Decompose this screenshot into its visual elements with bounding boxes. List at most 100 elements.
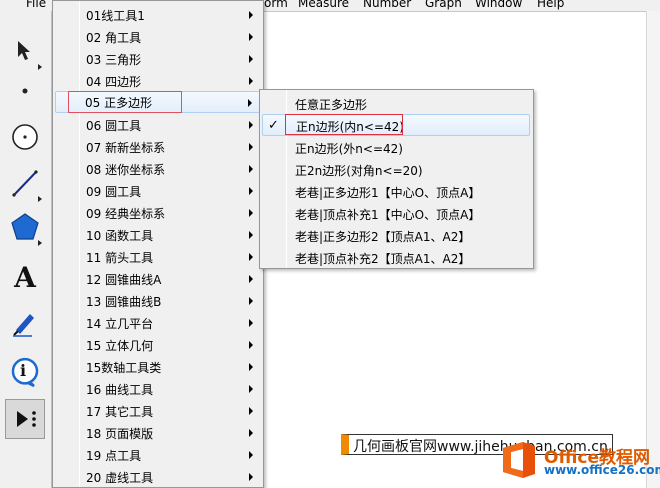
marker-tool[interactable]: [5, 303, 45, 343]
menu-help[interactable]: Help: [537, 0, 564, 10]
info-glyph: i: [20, 361, 27, 380]
menu-item-13[interactable]: 13 圆锥曲线B: [55, 290, 261, 312]
menu-item-label: 08 迷你坐标系: [86, 162, 166, 177]
menu-item-08[interactable]: 08 迷你坐标系: [55, 158, 261, 180]
polygon-icon: [11, 213, 39, 240]
menu-item-label: 09 圆工具: [86, 184, 142, 199]
submenu-item-circumscribed-polygon[interactable]: 正n边形(外n<=42): [262, 136, 530, 158]
menu-measure[interactable]: Measure: [298, 0, 349, 10]
submenu-arrow-icon: [249, 407, 253, 415]
point-tool[interactable]: [5, 71, 45, 111]
submenu-arrow-icon: [249, 187, 253, 195]
custom-tools-icon: [17, 411, 36, 427]
submenu-item-laoxiang-vertex-1[interactable]: 老巷|顶点补充1【中心O、顶点A】: [262, 202, 530, 224]
submenu-item-label: 老巷|正多边形2【顶点A1、A2】: [295, 230, 471, 244]
menu-item-17[interactable]: 17 其它工具: [55, 400, 261, 422]
menu-item-label: 20 虚线工具: [86, 470, 154, 485]
menu-item-10[interactable]: 10 函数工具: [55, 224, 261, 246]
text-a-icon: A: [14, 260, 36, 294]
menu-item-09a[interactable]: 09 圆工具: [55, 180, 261, 202]
menu-item-18[interactable]: 18 页面模版: [55, 422, 261, 444]
menu-item-05[interactable]: 05 正多边形: [68, 91, 182, 113]
menu-item-06[interactable]: 06 圆工具: [55, 114, 261, 136]
submenu-arrow-icon: [249, 11, 253, 19]
menu-item-09b[interactable]: 09 经典坐标系: [55, 202, 261, 224]
submenu-arrow-icon: [249, 473, 253, 481]
submenu-arrow-icon: [249, 385, 253, 393]
menu-item-label: 03 三角形: [86, 52, 142, 67]
menu-item-14[interactable]: 14 立几平台: [55, 312, 261, 334]
submenu-arrow-icon: [249, 319, 253, 327]
menu-window[interactable]: Window: [475, 0, 522, 10]
menu-item-19[interactable]: 19 点工具: [55, 444, 261, 466]
tool-expand-icon: [38, 196, 42, 202]
menu-item-label: 11 箭头工具: [86, 250, 154, 265]
submenu-arrow-icon: [249, 77, 253, 85]
arrow-select-icon: [18, 41, 30, 60]
menu-item-label: 16 曲线工具: [86, 382, 154, 397]
line-segment-icon: [12, 170, 38, 197]
app-window: File orm Measure Number Graph Window Hel…: [0, 0, 660, 488]
menu-item-04[interactable]: 04 四边形: [55, 70, 261, 92]
submenu-item-arbitrary-polygon[interactable]: 任意正多边形: [262, 92, 530, 114]
submenu-arrow-icon: [249, 209, 253, 217]
menu-item-label: 13 圆锥曲线B: [86, 294, 162, 309]
submenu-item-2n-polygon[interactable]: 正2n边形(对角n<=20): [262, 158, 530, 180]
submenu-item-label: 老巷|顶点补充2【顶点A1、A2】: [295, 252, 471, 266]
submenu-item-laoxiang-vertex-2[interactable]: 老巷|顶点补充2【顶点A1、A2】: [262, 246, 530, 268]
menu-item-label: 09 经典坐标系: [86, 206, 166, 221]
menu-item-12[interactable]: 12 圆锥曲线A: [55, 268, 261, 290]
submenu-item-laoxiang-polygon-2[interactable]: 老巷|正多边形2【顶点A1、A2】: [262, 224, 530, 246]
submenu-arrow-icon: [249, 341, 253, 349]
menu-transform[interactable]: orm: [264, 0, 288, 10]
menu-item-label: 14 立几平台: [86, 316, 154, 331]
submenu-item-laoxiang-polygon-1[interactable]: 老巷|正多边形1【中心O、顶点A】: [262, 180, 530, 202]
menu-graph[interactable]: Graph: [425, 0, 462, 10]
menu-item-16[interactable]: 16 曲线工具: [55, 378, 261, 400]
menu-item-20[interactable]: 20 虚线工具: [55, 466, 261, 488]
straightedge-tool[interactable]: [5, 163, 45, 203]
menu-item-label: 19 点工具: [86, 448, 142, 463]
menu-item-15b[interactable]: 15数轴工具类: [55, 356, 261, 378]
checkmark-icon: ✓: [268, 118, 279, 133]
menu-item-label: 18 页面模版: [86, 426, 154, 441]
menu-item-15a[interactable]: 15 立体几何: [55, 334, 261, 356]
custom-tools-menu: 01线工具1 02 角工具 03 三角形 04 四边形 05 正多边形 06 圆…: [52, 0, 264, 488]
information-tool[interactable]: i: [5, 351, 45, 391]
toolbox: A i: [0, 11, 52, 488]
menu-item-02[interactable]: 02 角工具: [55, 26, 261, 48]
menu-item-03[interactable]: 03 三角形: [55, 48, 261, 70]
brand-url: www.office26.com: [544, 463, 660, 477]
tool-expand-icon: [38, 64, 42, 70]
arrow-select-tool[interactable]: [5, 31, 45, 71]
polygon-tool[interactable]: [5, 207, 45, 247]
menu-item-label: 10 函数工具: [86, 228, 154, 243]
menu-file[interactable]: File: [26, 0, 46, 10]
text-tool[interactable]: A: [5, 257, 45, 297]
compass-circle-icon: [12, 124, 38, 150]
vertical-scrollbar[interactable]: [646, 11, 660, 488]
menu-number[interactable]: Number: [363, 0, 411, 10]
submenu-arrow-icon: [249, 33, 253, 41]
submenu-arrow-icon: [249, 231, 253, 239]
custom-tools-button[interactable]: [5, 399, 45, 439]
submenu-arrow-icon: [249, 297, 253, 305]
submenu-arrow-icon: [249, 165, 253, 173]
tool-expand-icon: [38, 240, 42, 246]
submenu-arrow-icon: [249, 275, 253, 283]
point-icon: [22, 88, 28, 94]
menu-item-label: 07 新新坐标系: [86, 140, 166, 155]
compass-tool[interactable]: [5, 117, 45, 157]
office-logo-icon: [503, 442, 535, 478]
menu-item-01[interactable]: 01线工具1: [55, 4, 261, 26]
menu-item-label: 04 四边形: [86, 74, 142, 89]
menu-item-07[interactable]: 07 新新坐标系: [55, 136, 261, 158]
submenu-arrow-icon: [249, 253, 253, 261]
submenu-item-label: 任意正多边形: [295, 98, 368, 112]
menu-item-label: 06 圆工具: [86, 118, 142, 133]
menu-item-label: 15 立体几何: [86, 338, 154, 353]
menu-item-11[interactable]: 11 箭头工具: [55, 246, 261, 268]
menu-item-label: 05 正多边形: [85, 95, 153, 110]
submenu-arrow-icon: [249, 55, 253, 63]
submenu-item-label: 老巷|正多边形1【中心O、顶点A】: [295, 186, 481, 200]
